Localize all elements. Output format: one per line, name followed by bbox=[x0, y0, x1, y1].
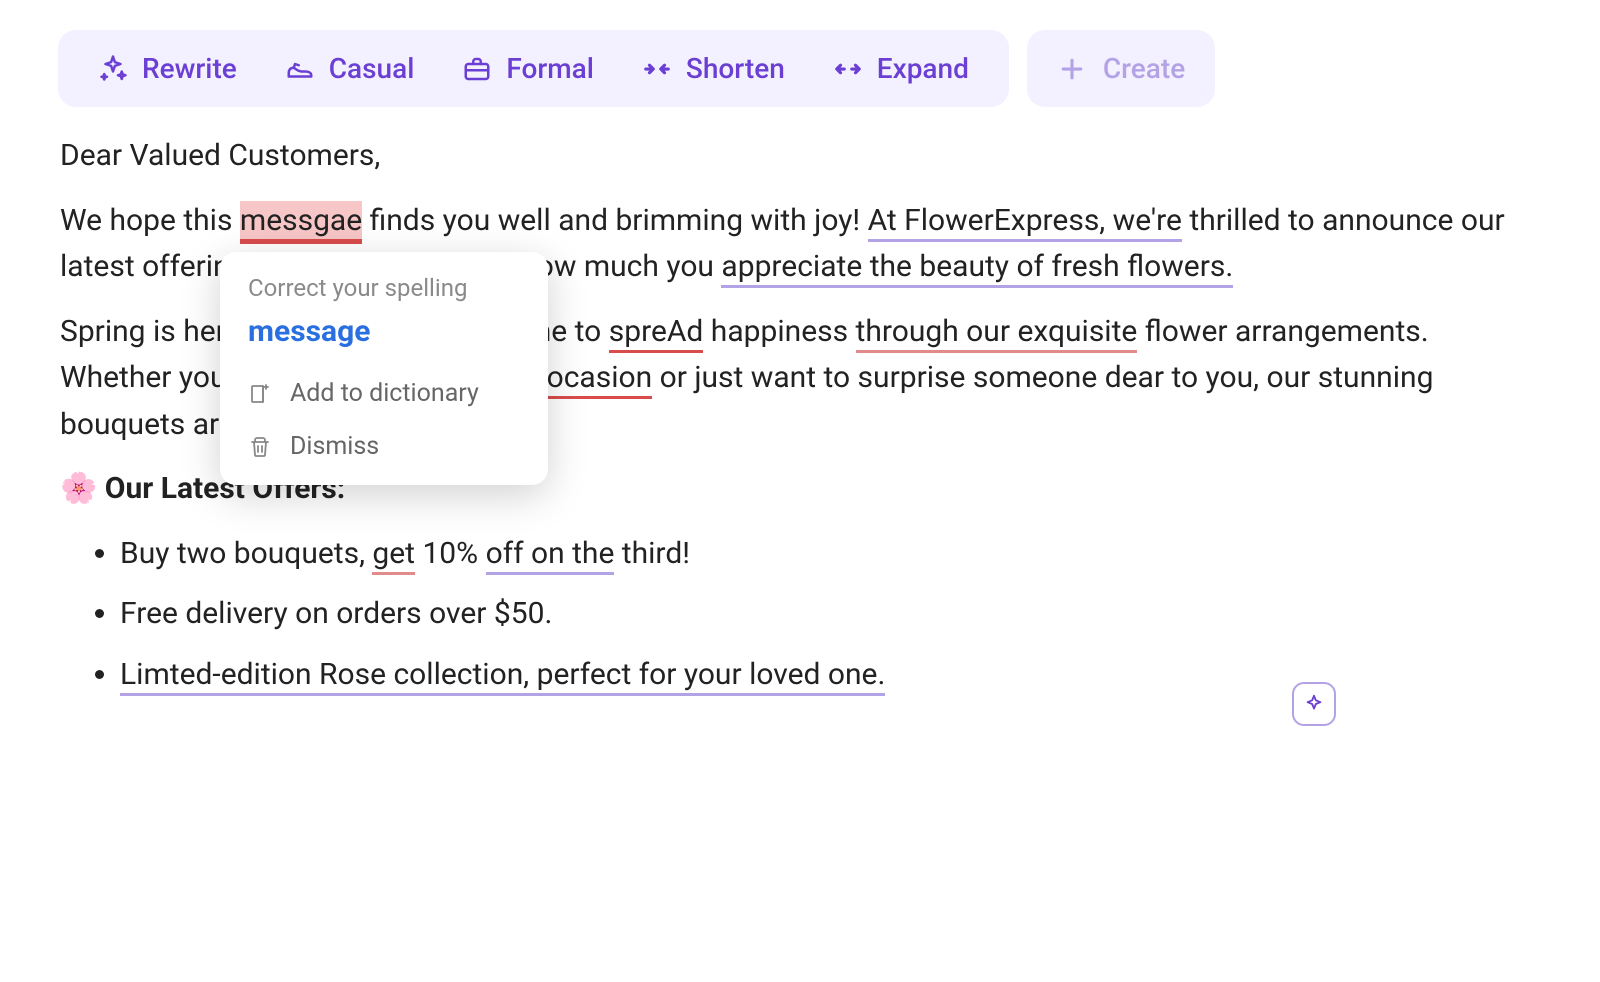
dismiss-label: Dismiss bbox=[290, 432, 379, 461]
rewrite-button[interactable]: Rewrite bbox=[76, 40, 259, 97]
suggestion-off-on-the[interactable]: off on the bbox=[486, 536, 615, 575]
arrows-out-icon bbox=[833, 54, 863, 84]
ai-toolbar: Rewrite Casual Formal Shorten Expand bbox=[58, 30, 1009, 107]
error-spread[interactable]: spreAd bbox=[609, 314, 704, 353]
shorten-button[interactable]: Shorten bbox=[620, 40, 807, 97]
expand-label: Expand bbox=[877, 52, 969, 85]
assist-fab[interactable] bbox=[1292, 682, 1336, 726]
shorten-label: Shorten bbox=[686, 52, 785, 85]
briefcase-icon bbox=[462, 54, 492, 84]
casual-button[interactable]: Casual bbox=[263, 40, 437, 97]
offers-list: Buy two bouquets, get 10% off on the thi… bbox=[60, 531, 1540, 699]
create-button[interactable]: Create bbox=[1027, 30, 1215, 107]
trash-icon bbox=[248, 435, 272, 459]
sparkle-icon bbox=[1303, 693, 1325, 715]
formal-button[interactable]: Formal bbox=[440, 40, 616, 97]
create-label: Create bbox=[1103, 52, 1185, 85]
error-messgae[interactable]: messgae bbox=[240, 201, 362, 244]
error-through-exquisite[interactable]: through our exquisite bbox=[856, 314, 1138, 353]
spelling-popup: Correct your spelling message Add to dic… bbox=[220, 252, 548, 485]
suggestion-limted-sentence[interactable]: Limted-edition Rose collection, perfect … bbox=[120, 657, 885, 696]
add-to-dictionary-label: Add to dictionary bbox=[290, 379, 479, 408]
expand-button[interactable]: Expand bbox=[811, 40, 991, 97]
casual-label: Casual bbox=[329, 52, 415, 85]
arrows-in-icon bbox=[642, 54, 672, 84]
rewrite-label: Rewrite bbox=[142, 52, 237, 85]
dismiss-button[interactable]: Dismiss bbox=[220, 420, 548, 473]
suggestion-span-2[interactable]: appreciate the beauty of fresh flowers. bbox=[721, 249, 1233, 288]
shoe-icon bbox=[285, 54, 315, 84]
plus-icon bbox=[1057, 54, 1087, 84]
popup-suggestion[interactable]: message bbox=[220, 312, 548, 367]
popup-title: Correct your spelling bbox=[220, 274, 548, 312]
greeting: Dear Valued Customers, bbox=[60, 133, 1540, 180]
list-item: Free delivery on orders over $50. bbox=[120, 591, 1540, 638]
list-item: Buy two bouquets, get 10% off on the thi… bbox=[120, 531, 1540, 578]
formal-label: Formal bbox=[506, 52, 594, 85]
error-get[interactable]: get bbox=[372, 536, 415, 575]
suggestion-span-1[interactable]: At FlowerExpress, we're bbox=[868, 203, 1182, 242]
error-ocasion[interactable]: ocasion bbox=[547, 360, 653, 399]
dictionary-add-icon bbox=[248, 382, 272, 406]
add-to-dictionary-button[interactable]: Add to dictionary bbox=[220, 367, 548, 420]
sparkles-icon bbox=[98, 54, 128, 84]
